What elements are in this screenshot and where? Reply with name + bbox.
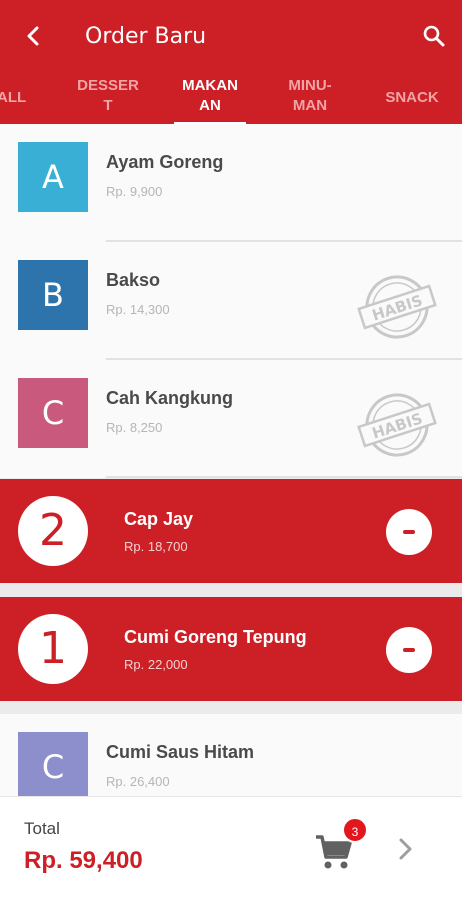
page-title: Order Baru bbox=[85, 24, 207, 49]
product-price: Rp. 22,000 bbox=[124, 657, 188, 672]
decrease-quantity-button[interactable] bbox=[386, 509, 432, 555]
product-price: Rp. 18,700 bbox=[124, 539, 188, 554]
product-price: Rp. 14,300 bbox=[106, 302, 170, 317]
search-icon[interactable] bbox=[420, 22, 448, 50]
product-price: Rp. 8,250 bbox=[106, 420, 163, 435]
tab-makanan[interactable]: MAKAN AN bbox=[170, 76, 250, 116]
product-price: Rp. 9,900 bbox=[106, 184, 163, 199]
chevron-right-icon[interactable] bbox=[394, 835, 418, 863]
divider bbox=[106, 476, 462, 478]
list-item[interactable]: A Ayam Goreng Rp. 9,900 bbox=[0, 124, 462, 242]
product-name: Ayam Goreng bbox=[106, 152, 224, 172]
tab-snack[interactable]: SNACK bbox=[374, 88, 450, 108]
arrow-left-icon[interactable] bbox=[20, 22, 48, 50]
product-thumbnail: B bbox=[18, 260, 88, 330]
total-label: Total bbox=[24, 819, 60, 838]
tab-dessert[interactable]: DESSER T bbox=[66, 76, 150, 116]
product-list: A Ayam Goreng Rp. 9,900 B Bakso Rp. 14,3… bbox=[0, 124, 462, 796]
product-thumbnail: A bbox=[18, 142, 88, 212]
category-tabs: ALL DESSER T MAKAN AN MINU- MAN SNACK bbox=[0, 76, 462, 125]
product-thumbnail: C bbox=[18, 378, 88, 448]
total-value: Rp. 59,400 bbox=[24, 847, 143, 874]
tab-all[interactable]: ALL bbox=[0, 88, 27, 108]
order-summary-bar: Total Rp. 59,400 3 bbox=[0, 796, 462, 900]
sold-out-stamp-icon: HABIS bbox=[357, 275, 437, 339]
cart-count-badge: 3 bbox=[342, 817, 368, 843]
quantity-badge: 1 bbox=[18, 614, 88, 684]
product-name: Bakso bbox=[106, 270, 161, 290]
list-item[interactable]: C Cah Kangkung Rp. 8,250 HABIS bbox=[0, 360, 462, 478]
product-name: Cah Kangkung bbox=[106, 388, 234, 408]
product-name: Cap Jay bbox=[124, 509, 194, 529]
selected-list-item[interactable]: 2 Cap Jay Rp. 18,700 bbox=[0, 479, 462, 583]
tab-minuman[interactable]: MINU- MAN bbox=[272, 76, 348, 116]
list-item[interactable]: C Cumi Saus Hitam Rp. 26,400 bbox=[0, 714, 462, 796]
product-price: Rp. 26,400 bbox=[106, 774, 170, 789]
tab-minuman-label: MINU- MAN bbox=[288, 77, 332, 114]
selected-list-item[interactable]: 1 Cumi Goreng Tepung Rp. 22,000 bbox=[0, 597, 462, 701]
product-thumbnail: C bbox=[18, 732, 88, 796]
app-bar: Order Baru ALL DESSER T MAKAN AN MINU- MAN … bbox=[0, 0, 462, 125]
list-item[interactable]: B Bakso Rp. 14,300 HABIS bbox=[0, 242, 462, 360]
decrease-quantity-button[interactable] bbox=[386, 627, 432, 673]
sold-out-stamp-icon: HABIS bbox=[357, 393, 437, 457]
product-name: Cumi Goreng Tepung bbox=[124, 627, 307, 647]
tab-dessert-label: DESSER T bbox=[77, 77, 139, 114]
tab-makanan-label: MAKAN AN bbox=[182, 77, 238, 114]
quantity-badge: 2 bbox=[18, 496, 88, 566]
product-name: Cumi Saus Hitam bbox=[106, 742, 255, 762]
